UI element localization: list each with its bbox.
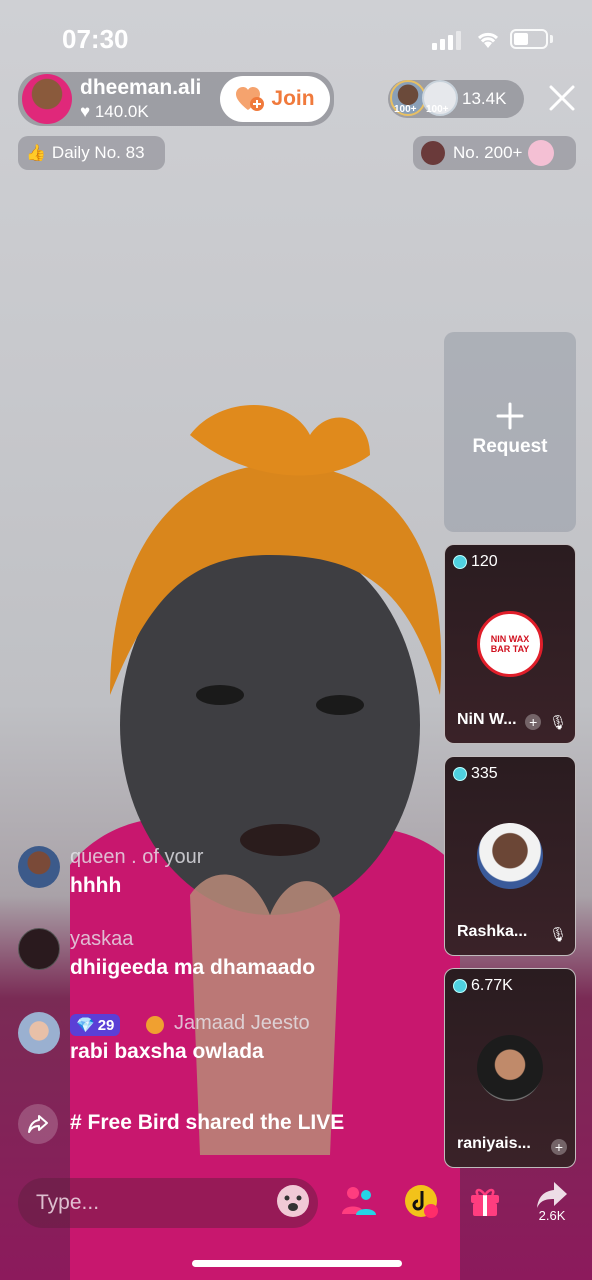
request-label: Request [472,436,548,457]
effects-button[interactable] [396,1174,446,1228]
request-guest-button[interactable]: Request [444,332,576,532]
host-info[interactable]: dheeman.ali ♥ 140.0K Join [18,72,334,126]
daily-ranking-badge[interactable]: 👍 Daily No. 83 [18,136,165,170]
comment-input-placeholder: Type... [36,1191,100,1214]
fan-badge-icon [146,1016,164,1034]
comment-item[interactable]: 💎 29 Jamaad Jeesto rabi baxsha owlada [18,1012,418,1068]
status-bar: 07:30 [0,0,592,80]
gem-icon [453,555,467,569]
commenter-name[interactable]: queen . of your [70,846,203,869]
viewer-badge-1: 100+ [394,104,417,115]
commenter-name[interactable]: Jamaad Jeesto [174,1012,310,1035]
commenter-avatar[interactable] [18,846,60,888]
level-value: 29 [97,1016,115,1034]
streamer-video [70,405,460,1280]
guest-logo-text: NIN WAX BAR TAY [490,634,530,654]
battery-tip [550,35,553,43]
diamond-icon: 💎 [76,1017,95,1034]
comment-text: hhhh [70,874,122,897]
follow-plus-icon[interactable]: + [525,714,542,730]
guest-score: 6.77K [453,977,513,995]
guest-score-value: 120 [471,553,498,570]
gem-icon [453,767,467,781]
gift-button[interactable] [460,1174,510,1228]
rank-avatar [421,141,445,165]
gift-icon [471,1188,499,1216]
host-likes-count: 140.0K [94,102,149,121]
guest-tile[interactable]: 120 NIN WAX BAR TAY NiN W... + 🎙 [444,544,576,744]
battery-icon [510,29,548,49]
heart-icon: ♥ [80,102,95,121]
commenter-name[interactable]: yaskaa [70,928,133,951]
guest-score-value: 6.77K [471,977,513,994]
emoji-button[interactable] [268,1174,318,1228]
comment-text: dhiigeeda ma dhamaado [70,956,316,979]
cellular-signal-icon [432,31,461,50]
guest-avatar [477,1035,543,1101]
status-time: 07:30 [62,24,129,54]
guest-name: Rashka... [457,923,528,940]
thumbs-up-icon: 👍 [26,145,46,162]
share-count: 2.6K [538,1207,566,1223]
multi-guest-button[interactable] [334,1174,384,1228]
host-likes: ♥ 140.0K [80,102,149,122]
viewer-count: 13.4K [462,89,507,108]
plus-icon [496,402,524,430]
emoji-icon [277,1185,309,1217]
share-event: # Free Bird shared the LIVE [18,1104,438,1144]
daily-ranking-label: Daily No. 83 [51,143,145,162]
multi-guest-icon [342,1187,376,1215]
viewer-badge-2: 100+ [426,104,449,115]
rank-gift-icon [528,140,555,166]
mic-muted-icon: 🎙 [549,714,567,730]
rank-badge[interactable]: No. 200+ [413,136,576,170]
heart-plus-icon [236,87,265,111]
guest-tile[interactable]: 335 Rashka... 🎙 [444,756,576,956]
join-label: Join [271,87,315,110]
close-icon[interactable] [548,84,576,112]
guest-avatar: NIN WAX BAR TAY [477,611,543,677]
tiktok-discount-icon [405,1185,438,1218]
guest-tile[interactable]: 6.77K raniyais... + [444,968,576,1168]
comment-item[interactable]: queen . of your hhhh [18,846,418,902]
host-avatar[interactable] [22,74,72,124]
comment-text: rabi baxsha owlada [70,1040,264,1063]
guest-score-value: 335 [471,765,498,782]
share-arrow-icon [537,1181,567,1208]
guest-score: 120 [453,553,498,571]
home-indicator[interactable] [192,1260,402,1267]
guest-name: raniyais... [457,1135,531,1152]
level-badge: 💎 29 [70,1014,121,1036]
follow-plus-icon[interactable]: + [551,1139,567,1155]
share-event-icon [18,1104,58,1144]
gem-icon [453,979,467,993]
guest-name: NiN W... [457,711,517,728]
share-button[interactable]: 2.6K [527,1174,577,1228]
wifi-icon [477,32,499,48]
bottom-bar: Type... 2.6K [0,1170,592,1234]
commenter-avatar[interactable] [18,928,60,970]
comment-item[interactable]: yaskaa dhiigeeda ma dhamaado [18,928,418,984]
guest-score: 335 [453,765,498,783]
guest-avatar [477,823,543,889]
host-name: dheeman.ali [80,76,202,99]
rank-label: No. 200+ [453,143,523,162]
mic-muted-icon: 🎙 [549,926,567,942]
commenter-avatar[interactable] [18,1012,60,1054]
join-button[interactable]: Join [220,76,330,122]
viewers-pill[interactable]: 100+ 100+ 13.4K [388,80,524,118]
share-event-text: # Free Bird shared the LIVE [70,1111,345,1134]
